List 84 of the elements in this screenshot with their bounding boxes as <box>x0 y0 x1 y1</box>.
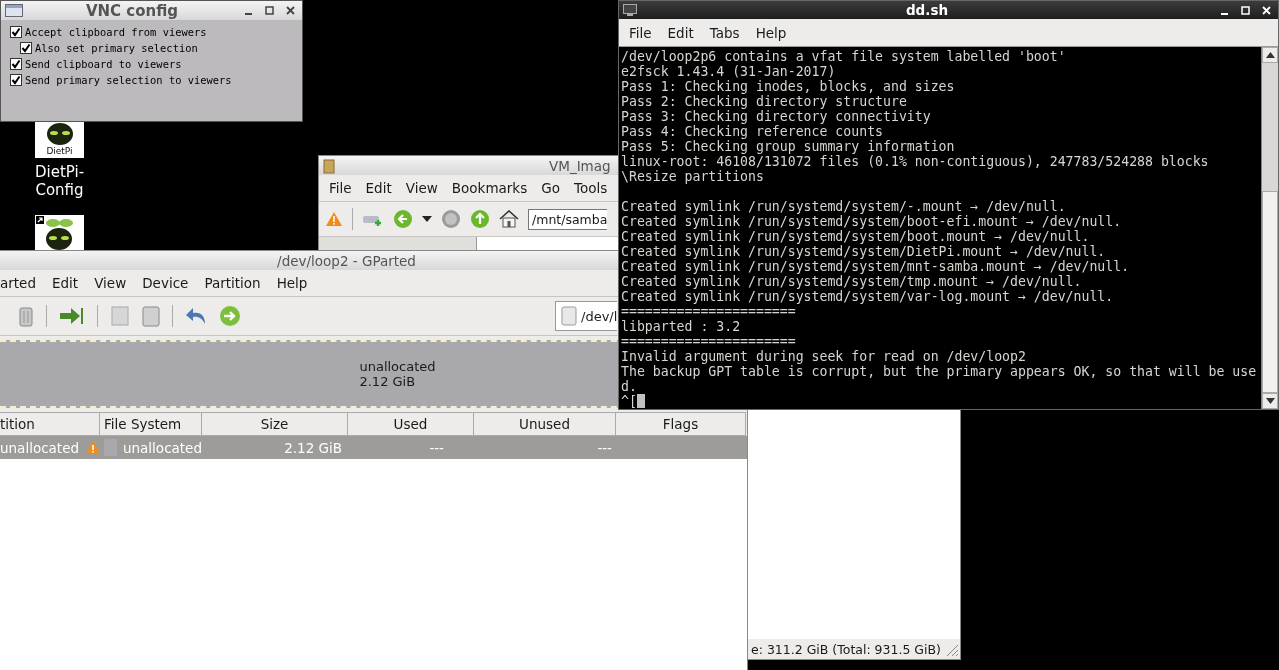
column-header[interactable]: Unused <box>474 412 616 436</box>
close-button[interactable] <box>286 6 295 15</box>
app-shortcut-icon[interactable] <box>35 215 84 250</box>
option-label: Send primary selection to viewers <box>25 74 232 86</box>
terminal-line: libparted : 3.2 <box>621 319 741 334</box>
scrollbar[interactable] <box>1261 47 1278 409</box>
terminal-line: Pass 1: Checking inodes, blocks, and sizes <box>621 79 955 94</box>
menu-item[interactable]: Help <box>755 24 787 41</box>
scroll-down-icon[interactable] <box>1265 398 1275 404</box>
menu-item[interactable]: Help <box>276 275 308 291</box>
checkbox[interactable] <box>20 42 32 54</box>
column-header[interactable]: Size <box>202 412 348 436</box>
terminal-line: Created symlink /run/systemd/system/var-log.mount → /dev/null. <box>621 289 1114 304</box>
menu-item[interactable]: Edit <box>52 275 79 291</box>
menu-item[interactable]: arted <box>0 275 36 291</box>
terminal-line: ====================== <box>621 304 796 319</box>
column-header[interactable]: Used <box>348 412 474 436</box>
home-icon[interactable] <box>499 210 519 228</box>
terminal-icon <box>623 4 637 16</box>
terminal-line: e2fsck 1.43.4 (31-Jan-2017) <box>621 64 836 79</box>
terminal-line: Pass 5: Checking group summary information <box>621 139 955 154</box>
option-label: Also set primary selection <box>35 42 198 54</box>
desktop-icon-tile[interactable]: DietPi <box>35 122 84 158</box>
option-label: Accept clipboard from viewers <box>25 26 207 38</box>
column-header[interactable]: Flags <box>616 412 746 436</box>
checkbox[interactable] <box>10 26 22 38</box>
menu-item[interactable]: Edit <box>667 24 694 41</box>
menu-item[interactable]: File <box>629 24 652 41</box>
window-title: VM_Imag <box>549 157 611 174</box>
terminal-line: Created symlink /run/systemd/system/-.mount → /dev/null. <box>621 199 1066 214</box>
window-title: dd.sh <box>904 2 950 18</box>
caret-icon[interactable] <box>422 215 432 223</box>
table-cell: unallocated <box>123 439 202 456</box>
window-title: /dev/loop2 - GParted <box>277 252 416 269</box>
terminal-line: /dev/loop2p6 contains a vfat file system labelled 'boot' <box>621 49 1066 64</box>
menu-item[interactable]: Bookmarks <box>451 180 528 196</box>
menu-item[interactable]: File <box>329 180 352 196</box>
terminal-line: \Resize partitions <box>621 169 764 184</box>
text-cursor <box>636 394 645 408</box>
table-cell: --- <box>429 439 444 456</box>
drive-icon <box>561 306 577 326</box>
arrow-right-icon[interactable] <box>59 307 85 325</box>
terminal-line: ^[ <box>621 394 637 409</box>
logo-text: DietPi <box>46 146 73 156</box>
menu-item[interactable]: View <box>94 275 127 291</box>
undo-icon[interactable] <box>185 306 207 326</box>
desktop-icon-label[interactable]: DietPi-Config <box>28 163 91 199</box>
menu-item[interactable]: Device <box>142 275 189 291</box>
table-cell: --- <box>597 439 612 456</box>
menu-item[interactable]: Go <box>541 180 560 196</box>
scroll-up-icon[interactable] <box>1265 52 1275 58</box>
window-title: VNC config <box>84 1 180 20</box>
terminal-line: Created symlink /run/systemd/system/DietPi.mount → /dev/null. <box>621 244 1106 259</box>
checkbox[interactable] <box>10 58 22 70</box>
terminal-line: Pass 2: Checking directory structure <box>621 94 907 109</box>
terminal-line: linux-root: 46108/131072 files (0.1% non-contiguous), 247783/524288 blocks <box>621 154 1209 169</box>
head-icon <box>44 122 75 146</box>
terminal-line: d. <box>621 379 637 394</box>
column-header[interactable]: tition <box>0 412 100 436</box>
device-dropdown[interactable]: /dev/l <box>555 301 618 331</box>
terminal-line: Created symlink /run/systemd/system/tmp.mount → /dev/null. <box>621 274 1082 289</box>
clipboard-icon[interactable] <box>142 305 160 327</box>
terminal-line: Created symlink /run/systemd/system/boot.mount → /dev/null. <box>621 229 1090 244</box>
terminal-line: Created symlink /run/systemd/system/mnt-samba.mount → /dev/null. <box>621 259 1130 274</box>
table-cell: unallocated <box>0 439 79 456</box>
menu-item[interactable]: Tools <box>573 180 608 196</box>
status-text: e: 311.2 GiB (Total: 931.5 GiB) <box>751 641 941 657</box>
partition-label: unallocated <box>359 359 436 374</box>
terminal-line: Pass 4: Checking reference counts <box>621 124 883 139</box>
menu-item[interactable]: Tabs <box>709 24 740 41</box>
maximize-button[interactable] <box>265 6 274 15</box>
window-icon <box>5 4 23 17</box>
menu-item[interactable]: Partition <box>204 275 261 291</box>
menu-item[interactable]: Edit <box>365 180 392 196</box>
column-header[interactable]: File System <box>100 412 202 436</box>
terminal-line: Created symlink /run/systemd/system/boot-efi.mount → /dev/null. <box>621 214 1122 229</box>
table-cell: 2.12 GiB <box>284 439 342 456</box>
menu-item[interactable]: View <box>405 180 438 196</box>
checkbox[interactable] <box>10 74 22 86</box>
terminal-line: Pass 3: Checking directory connectivity <box>621 109 931 124</box>
partition-size: 2.12 GiB <box>359 374 417 389</box>
warning-icon <box>325 211 343 227</box>
path-field[interactable]: /mnt/samba <box>528 208 608 230</box>
option-label: Send clipboard to viewers <box>25 58 182 70</box>
